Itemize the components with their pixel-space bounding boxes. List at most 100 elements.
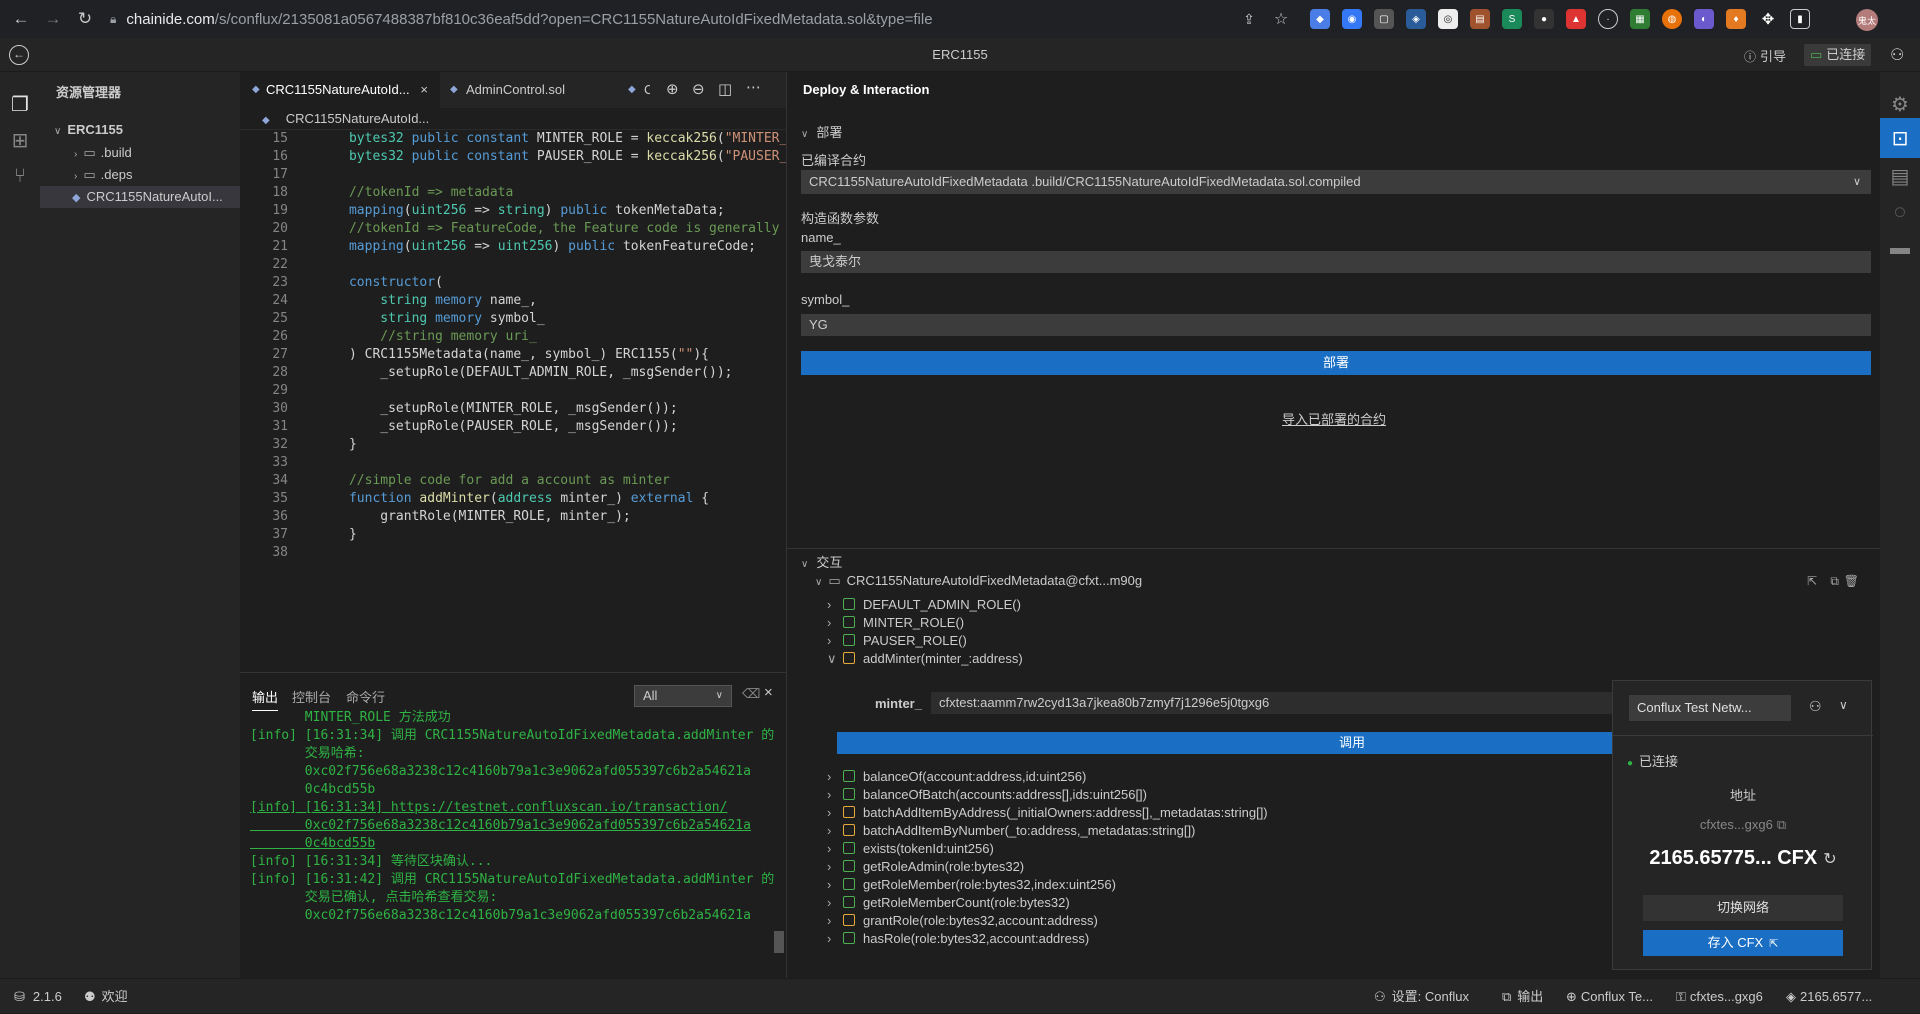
deposit-cfx-button[interactable]: 存入 CFX ⇱ <box>1643 930 1843 956</box>
reload-icon[interactable]: ↻ <box>72 6 98 32</box>
extension-icon-14[interactable]: ♦ <box>1726 9 1746 29</box>
contract-function-row[interactable]: › getRoleAdmin(role:bytes32) <box>827 858 1024 876</box>
sidebar-toggle-icon[interactable]: ▮ <box>1790 9 1810 29</box>
extension-icon-12[interactable]: ◍ <box>1662 9 1682 29</box>
contract-function-row[interactable]: › balanceOf(account:address,id:uint256) <box>827 768 1086 786</box>
code-line[interactable]: 19 mapping(uint256 => string) public tok… <box>240 202 786 220</box>
contract-function-row[interactable]: › MINTER_ROLE() <box>827 614 964 632</box>
contract-function-row[interactable]: › grantRole(role:bytes32,account:address) <box>827 912 1098 930</box>
tree-item-build[interactable]: › ▭ .build <box>74 142 132 164</box>
contract-function-row[interactable]: › batchAddItemByAddress(_initialOwners:ad… <box>827 804 1268 822</box>
code-line[interactable]: 27 ) CRC1155Metadata(name_, symbol_) ERC… <box>240 346 786 364</box>
contract-function-row[interactable]: › DEFAULT_ADMIN_ROLE() <box>827 596 1021 614</box>
output-link-line[interactable]: 0xc02f756e68a3238c12c4160b79a1c3e9062afd… <box>250 817 751 835</box>
contract-function-row[interactable]: ∨ addMinter(minter_:address) <box>827 650 1023 668</box>
copy-icon[interactable]: ⧉ <box>1830 570 1839 592</box>
contract-function-row[interactable]: › getRoleMemberCount(role:bytes32) <box>827 894 1070 912</box>
code-line[interactable]: 23 constructor( <box>240 274 786 292</box>
symbol-param-input[interactable]: YG <box>801 314 1871 336</box>
deploy-button[interactable]: 部署 <box>801 351 1871 375</box>
output-tab-terminal[interactable]: 命令行 <box>346 687 385 706</box>
code-line[interactable]: 25 string memory symbol_ <box>240 310 786 328</box>
toolbox-icon[interactable]: ▬ <box>1888 236 1912 260</box>
copy-icon[interactable]: ⧉ <box>1777 817 1786 832</box>
chevron-down-icon[interactable]: ∨ <box>1839 698 1848 712</box>
output-tab-output[interactable]: 输出 <box>252 687 279 711</box>
extension-icon-1[interactable]: ◆ <box>1310 9 1330 29</box>
code-line[interactable]: 35 function addMinter(address minter_) e… <box>240 490 786 508</box>
close-icon[interactable]: × <box>420 72 428 108</box>
code-line[interactable]: 33 <box>240 454 786 472</box>
back-icon[interactable]: ← <box>8 6 34 32</box>
code-line[interactable]: 24 string memory name_, <box>240 292 786 310</box>
contract-function-row[interactable]: › getRoleMember(role:bytes32,index:uint25… <box>827 876 1116 894</box>
code-line[interactable]: 22 <box>240 256 786 274</box>
clipboard-icon[interactable]: ▤ <box>1888 164 1912 188</box>
deploy-icon[interactable]: ⊡ <box>1888 126 1912 150</box>
name-param-input[interactable]: 曳戈泰尔 <box>801 251 1871 273</box>
code-line[interactable]: 21 mapping(uint256 => uint256) public to… <box>240 238 786 256</box>
code-line[interactable]: 37 } <box>240 526 786 544</box>
code-lines[interactable]: 15 bytes32 public constant MINTER_ROLE =… <box>240 130 786 672</box>
output-tab-console[interactable]: 控制台 <box>292 687 331 706</box>
trash-icon[interactable]: 🗑︎ <box>1844 570 1859 592</box>
contract-function-row[interactable]: › hasRole(role:bytes32,account:address) <box>827 930 1089 948</box>
contract-function-row[interactable]: › batchAddItemByNumber(_to:address,_metad… <box>827 822 1195 840</box>
output-link-line[interactable]: [info] [16:31:34] https://testnet.conflu… <box>250 799 727 817</box>
settings-item[interactable]: ⚇ 设置: Conflux <box>1374 979 1469 1014</box>
output-log[interactable]: MINTER_ROLE 方法成功 [info] [16:31:34] 调用 CRC… <box>240 709 774 969</box>
more-icon[interactable]: ⋯ <box>746 78 761 96</box>
extension-icon-4[interactable]: ◈ <box>1406 9 1426 29</box>
code-line[interactable]: 38 <box>240 544 786 562</box>
code-line[interactable]: 18 //tokenId => metadata <box>240 184 786 202</box>
files-icon[interactable]: ❐ <box>8 92 32 116</box>
git-icon[interactable]: ⑂ <box>8 164 32 188</box>
extension-icon-9[interactable]: ▲ <box>1566 9 1586 29</box>
code-line[interactable]: 36 grantRole(MINTER_ROLE, minter_); <box>240 508 786 526</box>
forward-icon[interactable]: → <box>40 6 66 32</box>
extension-icon-7[interactable]: S <box>1502 9 1522 29</box>
close-panel-icon[interactable]: × <box>764 684 773 701</box>
refresh-icon[interactable]: ↻ <box>1823 851 1836 868</box>
account-icon[interactable]: ⚇ <box>1809 698 1822 715</box>
output-item[interactable]: ⧉ 输出 <box>1502 979 1543 1014</box>
extension-icon-11[interactable]: ▦ <box>1630 9 1650 29</box>
code-line[interactable]: 28 _setupRole(DEFAULT_ADMIN_ROLE, _msgSe… <box>240 364 786 382</box>
extension-icon-8[interactable]: ● <box>1534 9 1554 29</box>
code-line[interactable]: 20 //tokenId => FeatureCode, the Feature… <box>240 220 786 238</box>
contract-function-row[interactable]: › PAUSER_ROLE() <box>827 632 967 650</box>
import-deployed-link[interactable]: 导入已部署的合约 <box>787 409 1881 428</box>
tree-item-deps[interactable]: › ▭ .deps <box>74 164 132 186</box>
verify-icon[interactable]: ◌ <box>1888 200 1912 224</box>
output-scrollbar[interactable] <box>774 931 784 953</box>
welcome-item[interactable]: ⚉ 欢迎 <box>84 979 128 1014</box>
code-line[interactable]: 16 bytes32 public constant PAUSER_ROLE =… <box>240 148 786 166</box>
plugins-icon[interactable]: ⊞ <box>8 128 32 152</box>
contract-instance-row[interactable]: ∨ ▭ CRC1155NatureAutoIdFixedMetadata@cfxt.… <box>815 570 1867 592</box>
zoom-out-icon[interactable]: ⊖ <box>692 80 705 98</box>
balance-item[interactable]: ◈ 2165.6577... <box>1786 979 1872 1014</box>
code-line[interactable]: 26 //string memory uri_ <box>240 328 786 346</box>
extension-icon-5[interactable]: ◎ <box>1438 9 1458 29</box>
code-line[interactable]: 17 <box>240 166 786 184</box>
tab-admincontrol[interactable]: ◆ AdminControl.sol <box>440 72 600 108</box>
open-external-icon[interactable]: ⇱ <box>1807 570 1817 592</box>
code-line[interactable]: 31 _setupRole(PAUSER_ROLE, _msgSender())… <box>240 418 786 436</box>
address-bar[interactable]: 🔒︎ chainide.com/s/conflux/2135081a056748… <box>110 4 1274 34</box>
code-line[interactable]: 29 <box>240 382 786 400</box>
wallet-address-row[interactable]: cfxtes...gxg6 ⧉ <box>1613 817 1873 833</box>
output-filter-select[interactable]: All ∨ <box>634 685 732 707</box>
profile-avatar[interactable]: 鬼太 <box>1856 9 1878 31</box>
puzzle-icon[interactable]: ✥ <box>1758 9 1778 29</box>
tab-crc1155[interactable]: ◆ CRC1155NatureAutoId... × <box>240 72 440 108</box>
contract-function-row[interactable]: › exists(tokenId:uint256) <box>827 840 994 858</box>
output-link-line[interactable]: 0c4bcd55b <box>250 835 375 853</box>
version-item[interactable]: ⛁ 2.1.6 <box>14 979 62 1014</box>
switch-network-button[interactable]: 切换网络 <box>1643 895 1843 921</box>
code-line[interactable]: 30 _setupRole(MINTER_ROLE, _msgSender())… <box>240 400 786 418</box>
network-select[interactable]: Conflux Test Netw... <box>1629 695 1791 721</box>
connection-badge[interactable]: ▭ 已连接 <box>1804 44 1872 66</box>
clear-output-icon[interactable]: ⌫ <box>742 686 760 702</box>
compiled-contract-select[interactable]: CRC1155NatureAutoIdFixedMetadata .build/… <box>801 170 1871 194</box>
bookmark-star-icon[interactable]: ☆ <box>1268 6 1294 32</box>
